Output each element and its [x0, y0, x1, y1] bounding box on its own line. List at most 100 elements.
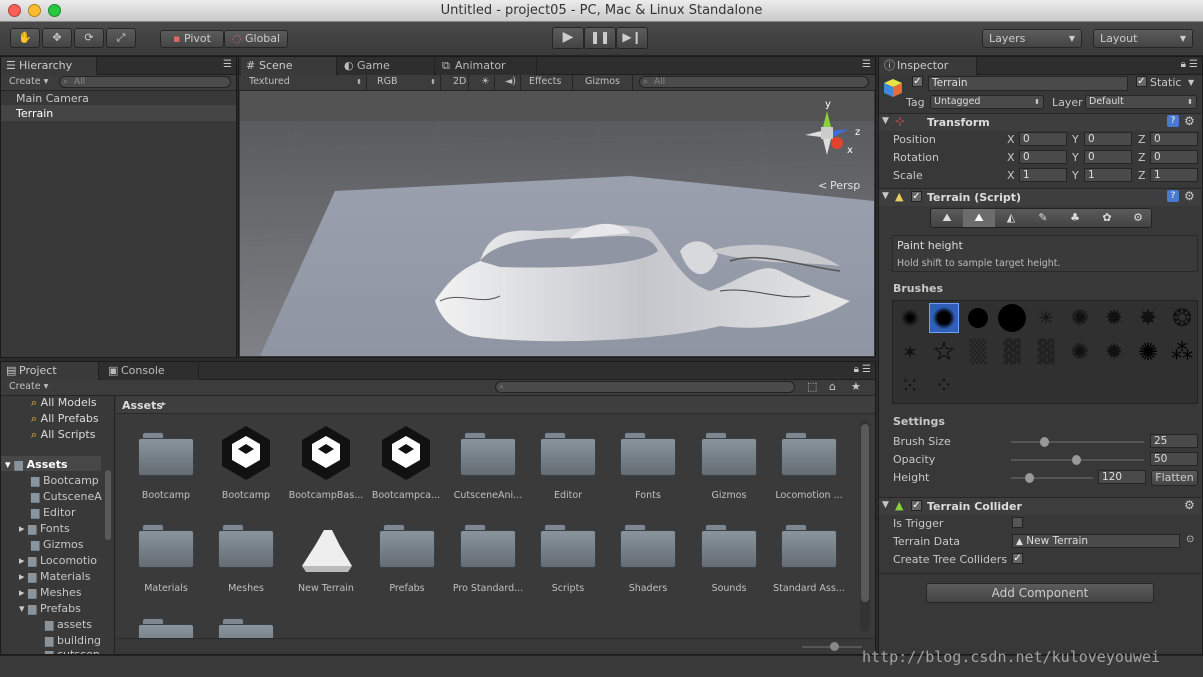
paint-texture-tool-icon[interactable]: ✎	[1027, 209, 1059, 227]
x-axis-handle[interactable]	[831, 137, 843, 149]
brush-item[interactable]: ✹	[1099, 303, 1129, 333]
brush-item[interactable]: ▓	[997, 337, 1027, 367]
tree-item[interactable]: ▸ ▆ Meshes	[19, 586, 81, 599]
tab-animator[interactable]: ⧉ Animator	[437, 57, 537, 75]
asset-folder-icon[interactable]	[460, 524, 516, 568]
brush-item[interactable]: ▓	[1031, 337, 1061, 367]
project-create-button[interactable]: Create ▾	[3, 380, 54, 395]
audio-toggle[interactable]: ◄)	[499, 75, 521, 90]
hierarchy-item[interactable]: Main Camera	[16, 92, 89, 105]
scene-search-input[interactable]: ⌕ All	[639, 76, 869, 88]
opacity-slider-thumb[interactable]	[1072, 455, 1081, 465]
icon-size-slider-thumb[interactable]	[830, 642, 839, 651]
lock-icon[interactable]: 🔒︎	[854, 364, 859, 375]
tree-item[interactable]: ▆ Editor	[31, 506, 76, 519]
asset-folder-icon[interactable]	[138, 524, 194, 568]
panel-menu-icon[interactable]: ☰	[223, 59, 232, 70]
brush-item[interactable]	[963, 303, 993, 333]
brush-item[interactable]: ☆	[929, 337, 959, 367]
asset-folder-icon[interactable]	[379, 524, 435, 568]
raise-lower-tool-icon[interactable]: ⛰	[931, 209, 963, 227]
favorite-star-icon[interactable]: ★	[851, 380, 861, 393]
asset-folder-icon[interactable]	[540, 432, 596, 476]
hierarchy-search-input[interactable]: ⌕ All	[59, 76, 231, 88]
asset-folder-icon[interactable]	[620, 524, 676, 568]
help-book-icon[interactable]: ?	[1167, 190, 1179, 202]
asset-folder-icon[interactable]	[620, 432, 676, 476]
asset-folder-icon[interactable]	[540, 524, 596, 568]
asset-scrollbar-thumb[interactable]	[861, 424, 869, 602]
tab-project[interactable]: ▤ Project	[1, 362, 99, 380]
brush-item[interactable]: ✺	[1065, 303, 1095, 333]
gear-icon[interactable]: ⚙	[1184, 498, 1195, 512]
gear-icon[interactable]: ⚙	[1184, 114, 1195, 128]
brush-size-slider-thumb[interactable]	[1040, 437, 1049, 447]
static-checkbox[interactable]: ✓	[1136, 76, 1147, 87]
favorite-item[interactable]: ⌕ All Prefabs	[31, 412, 99, 426]
effects-dropdown[interactable]: Effects ▾	[523, 75, 573, 101]
brush-item[interactable]	[895, 303, 925, 333]
tree-item-assets[interactable]: ▾ ▆ Assets	[5, 458, 68, 471]
panel-menu-icon[interactable]: ☰	[1189, 59, 1198, 70]
tab-inspector[interactable]: ⓘ Inspector	[879, 57, 977, 75]
terrain-collider-header[interactable]: ▼ ▲ ✓ Terrain Collider ⚙	[879, 497, 1201, 515]
create-tree-colliders-checkbox[interactable]: ✓	[1012, 553, 1023, 564]
breadcrumb-item[interactable]: Assets	[122, 399, 163, 412]
zoom-window-button[interactable]	[48, 4, 61, 17]
rotate-tool-button[interactable]: ⟳	[74, 28, 104, 48]
asset-folder-icon[interactable]	[781, 432, 837, 476]
brush-item[interactable]: ✸	[1133, 303, 1163, 333]
brush-item[interactable]: ⁙	[895, 371, 925, 401]
hand-tool-button[interactable]: ✋	[10, 28, 40, 48]
tree-item[interactable]: ▆ building	[45, 634, 101, 647]
chevron-down-icon[interactable]: ▼	[1188, 78, 1194, 87]
help-book-icon[interactable]: ?	[1167, 115, 1179, 127]
step-button[interactable]: ▶❙	[616, 27, 648, 49]
position-z-input[interactable]: 0	[1150, 132, 1198, 146]
active-checkbox[interactable]: ✓	[912, 76, 923, 87]
object-picker-icon[interactable]: ⊙	[1186, 534, 1194, 545]
object-name-input[interactable]: Terrain	[928, 76, 1128, 91]
transform-header[interactable]: ▼ ⊹ Transform ? ⚙	[879, 113, 1201, 131]
play-button[interactable]: ▶	[552, 27, 584, 49]
tree-item[interactable]: ▸ ▆ Materials	[19, 570, 90, 583]
asset-folder-icon[interactable]	[701, 524, 757, 568]
unity-scene-icon[interactable]	[216, 422, 276, 482]
unity-scene-icon[interactable]	[376, 422, 436, 482]
scale-z-input[interactable]: 1	[1150, 168, 1198, 182]
asset-folder-icon[interactable]	[138, 432, 194, 476]
persp-label[interactable]: Persp	[830, 179, 860, 192]
brush-size-input[interactable]: 25	[1150, 434, 1198, 448]
minimize-window-button[interactable]	[28, 4, 41, 17]
terrain-enabled-checkbox[interactable]: ✓	[911, 191, 922, 202]
filter-type-icon[interactable]: ⬚	[807, 380, 817, 393]
tree-item[interactable]: ▾ ▆ Prefabs	[19, 602, 81, 615]
tree-item[interactable]: ▆ CutsceneA	[31, 490, 102, 503]
tab-console[interactable]: ▣ Console	[103, 362, 199, 380]
brush-item[interactable]: ✹	[1099, 337, 1129, 367]
height-input[interactable]: 120	[1098, 470, 1146, 484]
favorite-item[interactable]: ⌕ All Scripts	[31, 428, 95, 442]
asset-folder-icon[interactable]	[701, 432, 757, 476]
hierarchy-item[interactable]: Terrain	[16, 107, 53, 120]
brush-item[interactable]: ✶	[895, 337, 925, 367]
tag-dropdown[interactable]: Untagged ⬍	[930, 95, 1044, 109]
brush-size-slider[interactable]	[1011, 441, 1144, 443]
unity-scene-icon[interactable]	[296, 422, 356, 482]
brush-item[interactable]	[997, 303, 1027, 333]
scale-y-input[interactable]: 1	[1084, 168, 1132, 182]
tree-item[interactable]: ▸ ▆ Fonts	[19, 522, 70, 535]
scene-viewport[interactable]: y z x < Persp	[240, 91, 874, 356]
tree-scrollbar[interactable]	[105, 470, 111, 540]
mode-2d-toggle[interactable]: 2D	[447, 75, 469, 90]
tab-scene[interactable]: # Scene	[241, 57, 337, 75]
terrain-asset-icon[interactable]	[298, 522, 356, 572]
smooth-height-tool-icon[interactable]: ◭	[995, 209, 1027, 227]
lock-icon[interactable]: 🔒︎	[1181, 59, 1186, 70]
project-search-input[interactable]: ⌕	[495, 381, 795, 393]
paint-details-tool-icon[interactable]: ✿	[1091, 209, 1123, 227]
hierarchy-create-button[interactable]: Create ▾	[3, 75, 54, 90]
tree-item[interactable]: ▆ Gizmos	[31, 538, 84, 551]
rotation-z-input[interactable]: 0	[1150, 150, 1198, 164]
scale-tool-button[interactable]: ⤢	[106, 28, 136, 48]
